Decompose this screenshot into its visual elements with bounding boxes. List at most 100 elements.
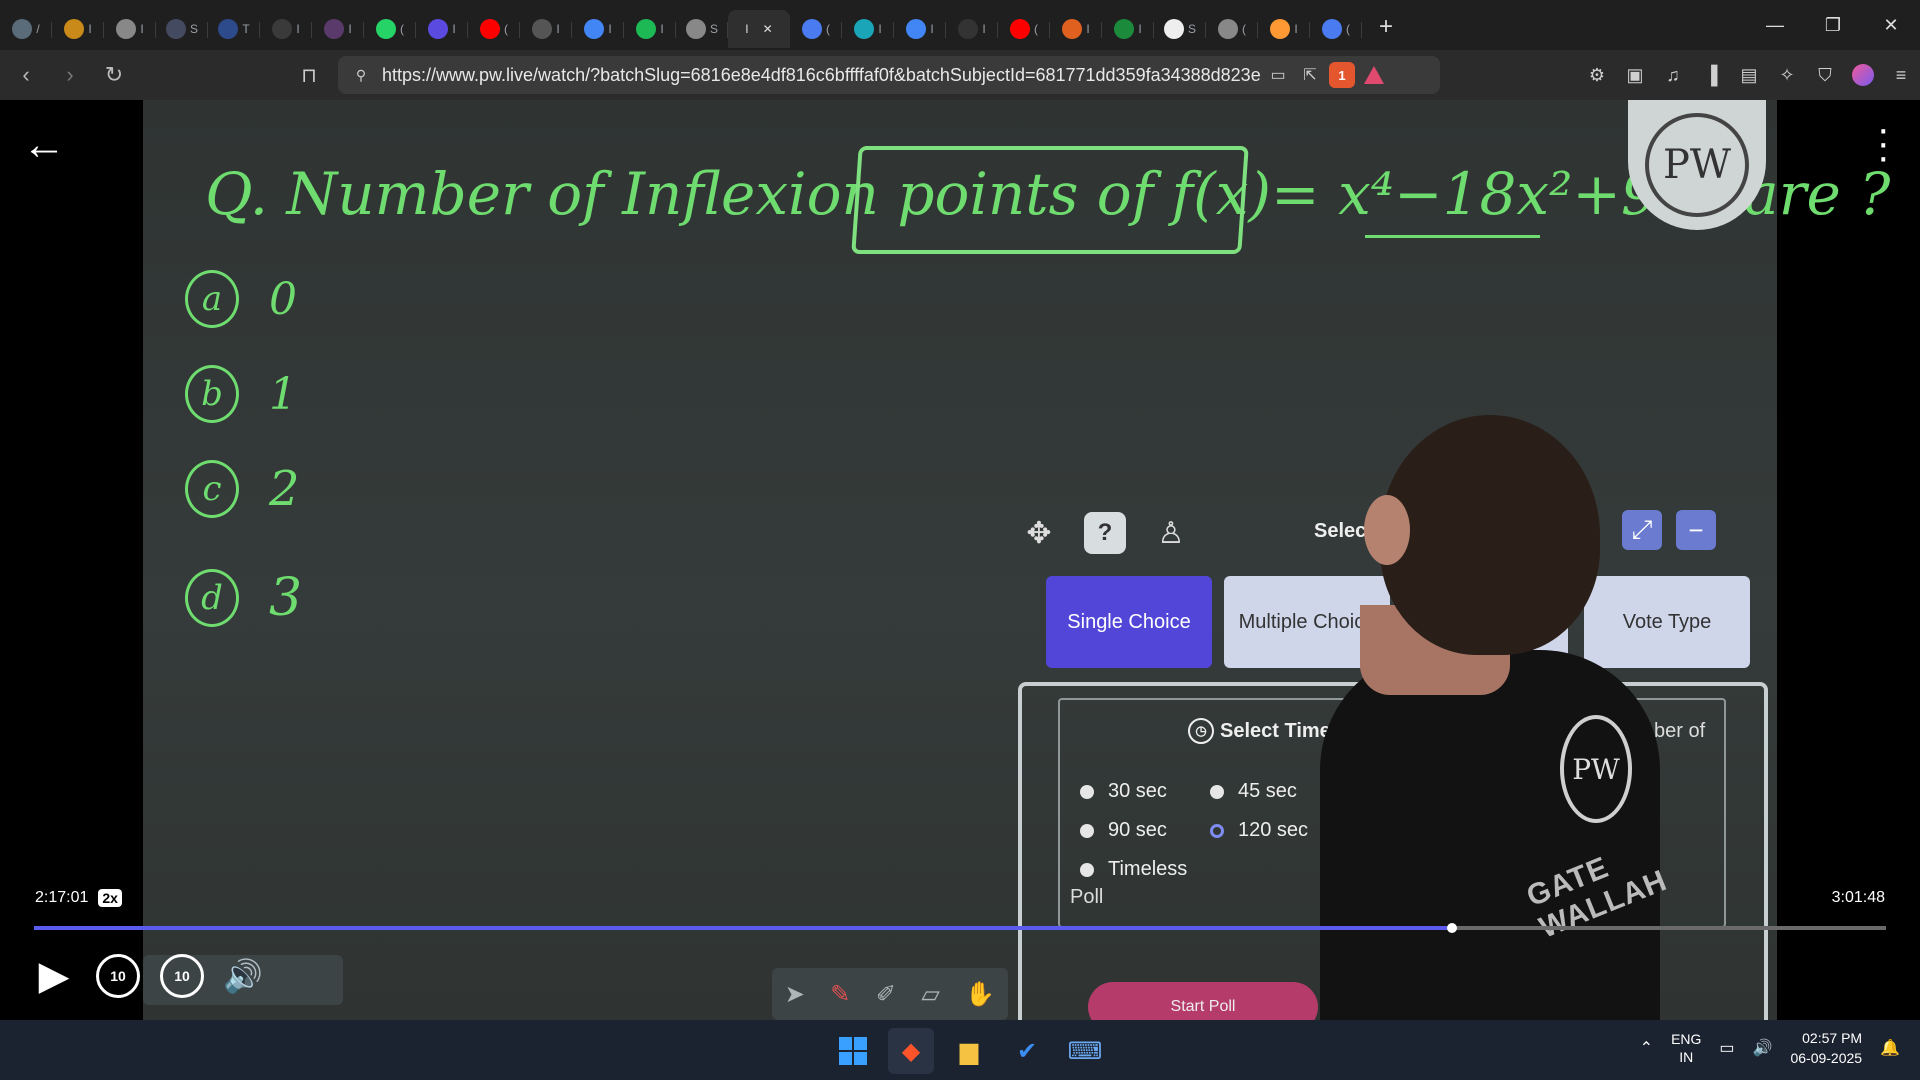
reader-icon[interactable]: ▣ xyxy=(1616,56,1654,94)
globe-icon xyxy=(685,19,706,39)
avatar-icon xyxy=(324,19,345,39)
browser-tab[interactable]: I xyxy=(1050,10,1102,48)
bookmark-icon[interactable]: ⊓ xyxy=(292,58,326,92)
profile-icon[interactable] xyxy=(1844,56,1882,94)
progress-bar[interactable] xyxy=(34,923,1886,933)
timer-30-label: 30 sec xyxy=(1108,780,1167,802)
tab-label: S xyxy=(709,22,718,36)
chevron-up-icon[interactable]: ⌃ xyxy=(1640,1038,1653,1058)
lang-top: ENG xyxy=(1671,1031,1702,1047)
windows-start-icon[interactable] xyxy=(830,1028,876,1074)
sidebar-icon[interactable]: ▐ xyxy=(1692,56,1730,94)
browser-tab[interactable]: I xyxy=(312,10,364,48)
option-a: a 0 xyxy=(185,270,297,328)
speaker-icon[interactable]: 🔊 xyxy=(1753,1038,1773,1058)
volume-icon[interactable]: 🔊 xyxy=(218,948,268,1004)
timer-30: 30 sec xyxy=(1080,780,1167,803)
browser-tab[interactable]: ( xyxy=(1206,10,1258,48)
browser-tab[interactable]: S xyxy=(1154,10,1206,48)
minimize-window-icon[interactable]: — xyxy=(1746,0,1804,50)
browser-tab[interactable]: I xyxy=(104,10,156,48)
more-options-icon[interactable]: · · · xyxy=(1877,109,1890,177)
close-tab-icon[interactable]: ✕ xyxy=(763,22,773,36)
option-d-letter: d xyxy=(185,569,239,627)
brave-rewards-icon[interactable] xyxy=(1358,59,1390,91)
forward-icon[interactable]: › xyxy=(52,57,88,93)
restore-window-icon[interactable]: ❐ xyxy=(1804,0,1862,50)
current-time-text: 2:17:01 xyxy=(35,889,89,906)
tab-label: I xyxy=(1294,22,1298,36)
browser-tab[interactable]: ( xyxy=(790,10,842,48)
reload-icon[interactable]: ↻ xyxy=(96,57,132,93)
tab-label: I xyxy=(982,22,986,36)
language-indicator[interactable]: ENG IN xyxy=(1671,1030,1701,1066)
browser-tab[interactable]: ( xyxy=(468,10,520,48)
tab-strip: / I I S T I I(I(I I I S I ✕(I I I(I I S(I(+ xyxy=(0,0,1920,50)
browser-tab[interactable]: T xyxy=(208,10,260,48)
rewind-10-icon[interactable]: 10 xyxy=(96,954,140,998)
share-icon[interactable]: ⇱ xyxy=(1294,59,1326,91)
timer-90: 90 sec xyxy=(1080,819,1167,842)
wallet-icon[interactable]: ▤ xyxy=(1730,56,1768,94)
total-time: 3:01:48 xyxy=(1831,889,1885,906)
browser-tab[interactable]: I xyxy=(1258,10,1310,48)
network-icon[interactable]: ▭ xyxy=(1719,1038,1734,1058)
close-window-icon[interactable]: ✕ xyxy=(1862,0,1920,50)
active-tab[interactable]: I ✕ xyxy=(728,10,790,48)
brave-badge: 1 xyxy=(1329,62,1355,88)
browser-tab[interactable]: I xyxy=(946,10,998,48)
keyboard-icon[interactable]: ⌨ xyxy=(1062,1028,1108,1074)
new-tab-button[interactable]: + xyxy=(1366,7,1406,47)
media-icon[interactable]: ♫ xyxy=(1654,56,1692,94)
browser-tab[interactable]: S xyxy=(156,10,208,48)
browser-tab[interactable]: S xyxy=(676,10,728,48)
forward-label: 10 xyxy=(174,968,190,984)
option-c-value: 2 xyxy=(269,461,300,517)
vpn-icon[interactable]: ⛉ xyxy=(1806,56,1844,94)
avatar-icon xyxy=(165,19,186,39)
option-b-letter: b xyxy=(185,365,239,423)
cast-icon[interactable]: ▭ xyxy=(1262,59,1294,91)
clock-date: 06-09-2025 xyxy=(1790,1050,1863,1066)
w3-icon xyxy=(218,19,239,39)
browser-tab[interactable]: ( xyxy=(998,10,1050,48)
back-arrow-icon[interactable]: ← xyxy=(22,120,66,170)
browser-tab[interactable]: I xyxy=(52,10,104,48)
leo-icon[interactable]: ✧ xyxy=(1768,56,1806,94)
browser-tab[interactable]: I xyxy=(624,10,676,48)
highlighter-icon: ▱ xyxy=(921,980,940,1008)
start-poll-button: Start Poll xyxy=(1088,982,1318,1020)
address-bar[interactable]: ⚲ https://www.pw.live/watch/?batchSlug=6… xyxy=(338,56,1440,94)
url-text[interactable]: https://www.pw.live/watch/?batchSlug=681… xyxy=(382,65,1262,86)
todo-icon[interactable]: ✔ xyxy=(1004,1028,1050,1074)
browser-tab[interactable]: I xyxy=(520,10,572,48)
browser-tab[interactable]: ( xyxy=(364,10,416,48)
brave-shields-icon[interactable]: 1 xyxy=(1326,59,1358,91)
play-icon[interactable]: ▶ xyxy=(32,948,76,1004)
video-player[interactable]: Q. Number of Inflexion points of f(x)= x… xyxy=(0,100,1920,1020)
option-a-value: 0 xyxy=(269,273,297,325)
forward-10-icon[interactable]: 10 xyxy=(160,954,204,998)
browser-tab[interactable]: I xyxy=(416,10,468,48)
mail-icon xyxy=(272,19,293,39)
browser-toolbar-right: ⚙ ▣ ♫ ▐ ▤ ✧ ⛉ ≡ xyxy=(1578,50,1920,100)
extensions-icon[interactable]: ⚙ xyxy=(1578,56,1616,94)
brave-browser-icon[interactable]: ◆ xyxy=(888,1028,934,1074)
browser-tab[interactable]: ( xyxy=(1310,10,1362,48)
browser-tab[interactable]: I xyxy=(1102,10,1154,48)
browser-tab[interactable]: I xyxy=(894,10,946,48)
speed-badge[interactable]: 2x xyxy=(98,889,122,907)
radio-dot xyxy=(1080,823,1094,838)
browser-tab[interactable]: I xyxy=(572,10,624,48)
file-explorer-icon[interactable]: ▆ xyxy=(946,1028,992,1074)
browser-tab[interactable]: / xyxy=(0,10,52,48)
back-icon[interactable]: ‹ xyxy=(8,57,44,93)
browser-tab[interactable]: I xyxy=(842,10,894,48)
site-info-icon[interactable]: ⚲ xyxy=(346,67,376,84)
tab-label: I xyxy=(1138,22,1142,36)
menu-icon[interactable]: ≡ xyxy=(1882,56,1920,94)
notification-icon[interactable]: 🔔 xyxy=(1880,1038,1900,1058)
clock[interactable]: 02:57 PM 06-09-2025 xyxy=(1790,1028,1862,1068)
browser-tab[interactable]: I xyxy=(260,10,312,48)
rewind-label: 10 xyxy=(110,968,126,984)
